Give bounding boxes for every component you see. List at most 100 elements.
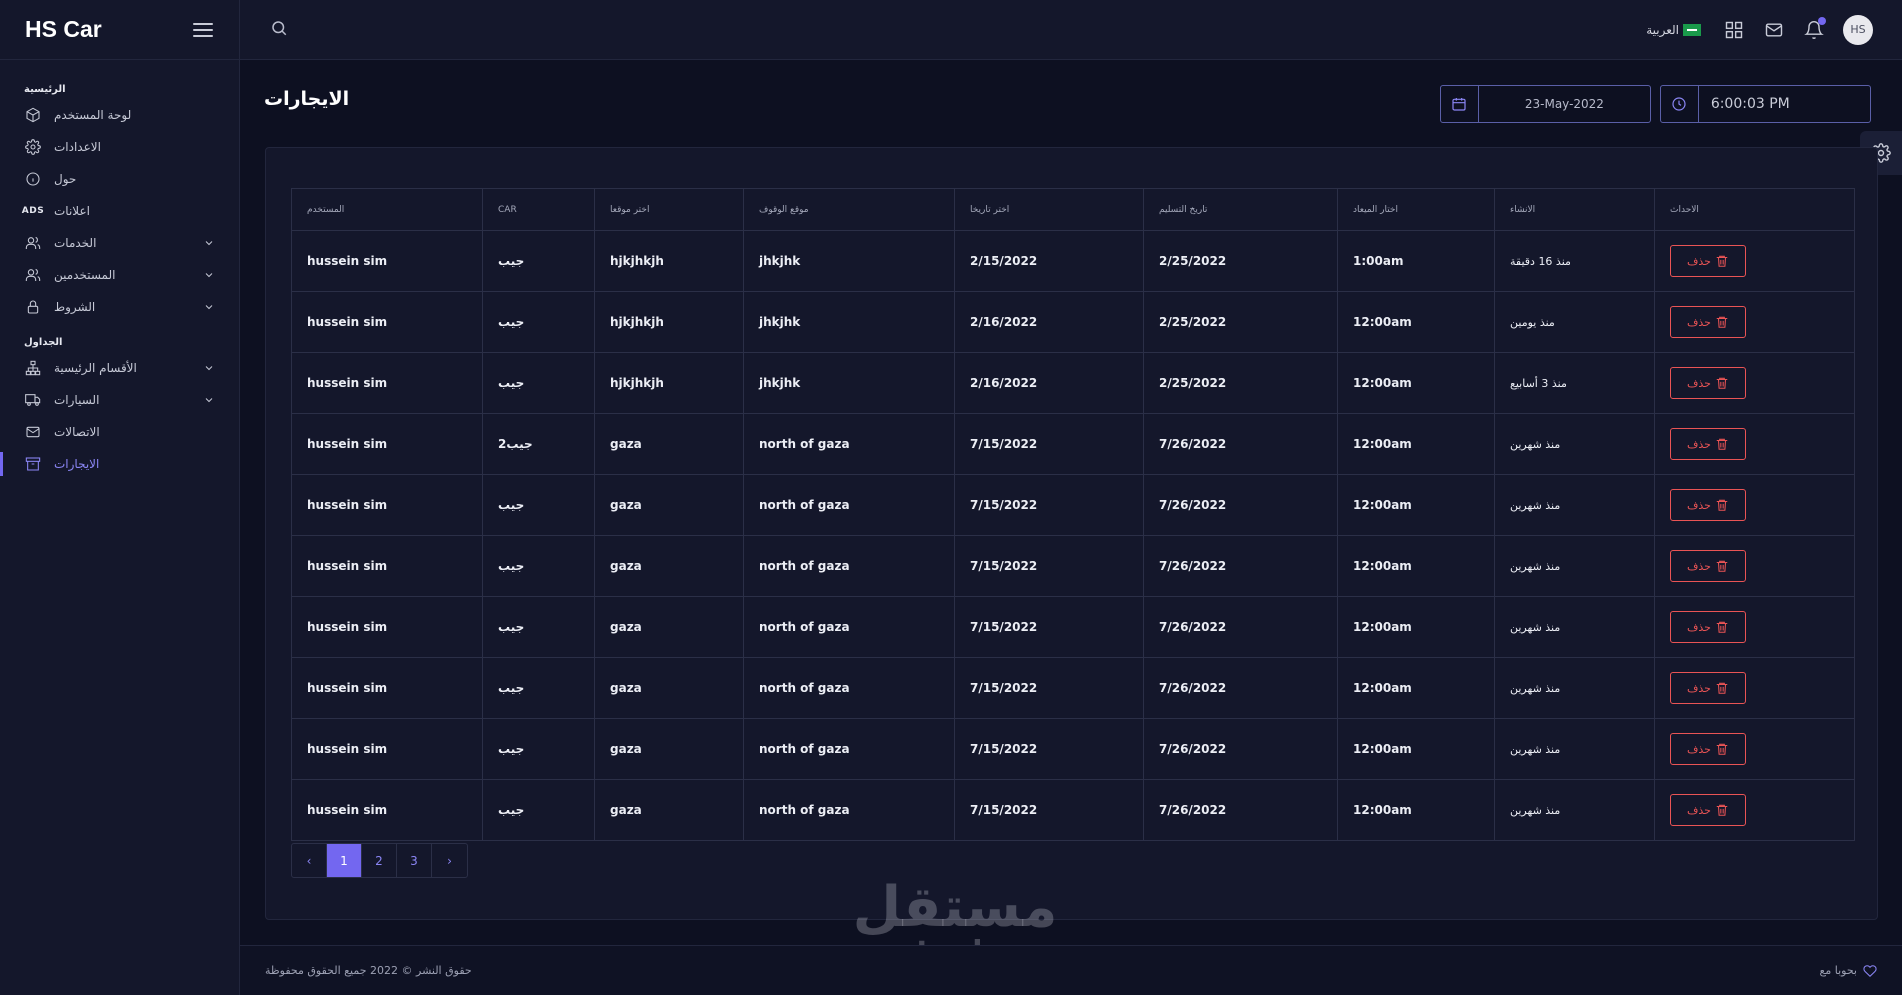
column-header-appointment[interactable]: اختار الميعاد [1337, 188, 1495, 231]
cell-actions: حذف [1654, 535, 1855, 597]
cell-user: hussein sim [291, 474, 483, 536]
pagination-next[interactable]: › [432, 844, 467, 877]
delete-button[interactable]: حذف [1670, 611, 1746, 643]
trash-icon [1716, 804, 1728, 816]
sidebar-item-cars[interactable]: السيارات [0, 384, 239, 416]
made-with-label: بحوبا مع [1819, 964, 1857, 977]
cell-car: جيب [482, 718, 595, 780]
search-icon[interactable] [270, 19, 288, 41]
pagination: ‹ 1 2 3 › [291, 843, 468, 878]
cell-created: منذ شهرين [1494, 596, 1655, 658]
delete-button[interactable]: حذف [1670, 367, 1746, 399]
delete-button[interactable]: حذف [1670, 733, 1746, 765]
column-header-actions: الاحداث [1654, 188, 1855, 231]
sidebar-item-label: المستخدمين [54, 268, 116, 282]
trash-icon [1716, 560, 1728, 572]
cell-date: 7/15/2022 [954, 718, 1144, 780]
column-header-created[interactable]: الانشاء [1494, 188, 1655, 231]
sitemap-icon [24, 359, 42, 377]
sidebar-item-ads[interactable]: ADS اعلانات [0, 195, 239, 227]
cell-car: جيب [482, 596, 595, 658]
table-row: hussein sim جيب gaza north of gaza 7/15/2022… [291, 535, 1855, 597]
sidebar-item-services[interactable]: الخدمات [0, 227, 239, 259]
delete-button[interactable]: حذف [1670, 550, 1746, 582]
delete-button[interactable]: حذف [1670, 672, 1746, 704]
cell-user: hussein sim [291, 291, 483, 353]
cell-car: جيب [482, 779, 595, 841]
table-header-row: المستخدم CAR اختر موقعا موقع الوقوف اختر… [291, 188, 1855, 231]
delete-label: حذف [1687, 803, 1711, 817]
pagination-page-3[interactable]: 3 [397, 844, 432, 877]
cell-appointment: 12:00am [1337, 779, 1495, 841]
table-row: hussein sim جيب gaza north of gaza 7/15/2022… [291, 718, 1855, 780]
column-header-delivery-date[interactable]: تاريخ التسليم [1143, 188, 1338, 231]
delete-label: حذف [1687, 681, 1711, 695]
column-header-user[interactable]: المستخدم [291, 188, 483, 231]
cell-appointment: 12:00am [1337, 352, 1495, 414]
column-header-date[interactable]: اختر تاريخا [954, 188, 1144, 231]
watermark-arabic: مستقل [852, 875, 1058, 940]
cell-delivery-date: 7/26/2022 [1143, 596, 1338, 658]
cell-created: منذ 16 دقيقة [1494, 230, 1655, 292]
sidebar-item-label: الاتصالات [54, 425, 100, 439]
column-header-parking[interactable]: موقع الوقوف [743, 188, 955, 231]
cell-user: hussein sim [291, 779, 483, 841]
menu-toggle-icon[interactable] [193, 22, 213, 37]
bell-icon[interactable] [1803, 16, 1826, 41]
sidebar-item-rentals[interactable]: الايجارات [0, 448, 239, 480]
cell-location: gaza [594, 657, 744, 719]
delete-button[interactable]: حذف [1670, 245, 1746, 277]
nav-section-tables: الجداول [24, 337, 63, 348]
delete-label: حذف [1687, 620, 1711, 634]
delete-button[interactable]: حذف [1670, 794, 1746, 826]
sidebar-item-contacts[interactable]: الاتصالات [0, 416, 239, 448]
delete-label: حذف [1687, 742, 1711, 756]
cell-user: hussein sim [291, 352, 483, 414]
info-icon [24, 170, 42, 188]
sidebar-item-label: الخدمات [54, 236, 97, 250]
cell-appointment: 1:00am [1337, 230, 1495, 292]
nav-section-main: الرئيسية [24, 84, 66, 95]
sidebar-item-main-categories[interactable]: الأقسام الرئيسية [0, 352, 239, 384]
pagination-page-1[interactable]: 1 [327, 844, 362, 877]
column-header-car[interactable]: CAR [482, 188, 595, 231]
language-switcher[interactable]: العربية [1646, 23, 1701, 37]
delete-label: حذف [1687, 315, 1711, 329]
sidebar-item-terms[interactable]: الشروط [0, 291, 239, 323]
cell-parking: jhkjhk [743, 291, 955, 353]
time-display: 6:00:03 PM [1660, 85, 1871, 123]
sidebar-item-label: لوحة المستخدم [54, 108, 132, 122]
sidebar-item-settings[interactable]: الاعدادات [0, 131, 239, 163]
cell-location: hjkjhkjh [594, 352, 744, 414]
cell-parking: jhkjhk [743, 352, 955, 414]
delete-button[interactable]: حذف [1670, 489, 1746, 521]
delete-label: حذف [1687, 498, 1711, 512]
cell-user: hussein sim [291, 657, 483, 719]
delete-button[interactable]: حذف [1670, 306, 1746, 338]
sidebar-item-label: الأقسام الرئيسية [54, 361, 137, 375]
rentals-card: المستخدم CAR اختر موقعا موقع الوقوف اختر… [265, 147, 1878, 920]
sidebar-item-users[interactable]: المستخدمين [0, 259, 239, 291]
cell-delivery-date: 7/26/2022 [1143, 779, 1338, 841]
language-label: العربية [1646, 22, 1679, 37]
grid-icon[interactable] [1723, 19, 1745, 41]
cell-created: منذ يومين [1494, 291, 1655, 353]
cell-date: 7/15/2022 [954, 657, 1144, 719]
pagination-prev[interactable]: ‹ [292, 844, 327, 877]
cell-user: hussein sim [291, 596, 483, 658]
made-with: بحوبا مع [1819, 964, 1877, 978]
delete-button[interactable]: حذف [1670, 428, 1746, 460]
cell-parking: north of gaza [743, 474, 955, 536]
sidebar-item-about[interactable]: حول [0, 163, 239, 195]
cell-actions: حذف [1654, 291, 1855, 353]
trash-icon [1716, 438, 1728, 450]
sidebar-item-dashboard[interactable]: لوحة المستخدم [0, 99, 239, 131]
column-header-location[interactable]: اختر موقعا [594, 188, 744, 231]
date-value: 23-May-2022 [1524, 97, 1604, 111]
pagination-page-2[interactable]: 2 [362, 844, 397, 877]
table-row: hussein sim جيب hjkjhkjh jhkjhk 2/16/2022 2/2… [291, 352, 1855, 414]
avatar[interactable]: HS [1843, 14, 1873, 45]
cell-delivery-date: 7/26/2022 [1143, 718, 1338, 780]
mail-icon[interactable] [1763, 19, 1785, 41]
brand-logo[interactable]: HS Car [25, 16, 102, 43]
